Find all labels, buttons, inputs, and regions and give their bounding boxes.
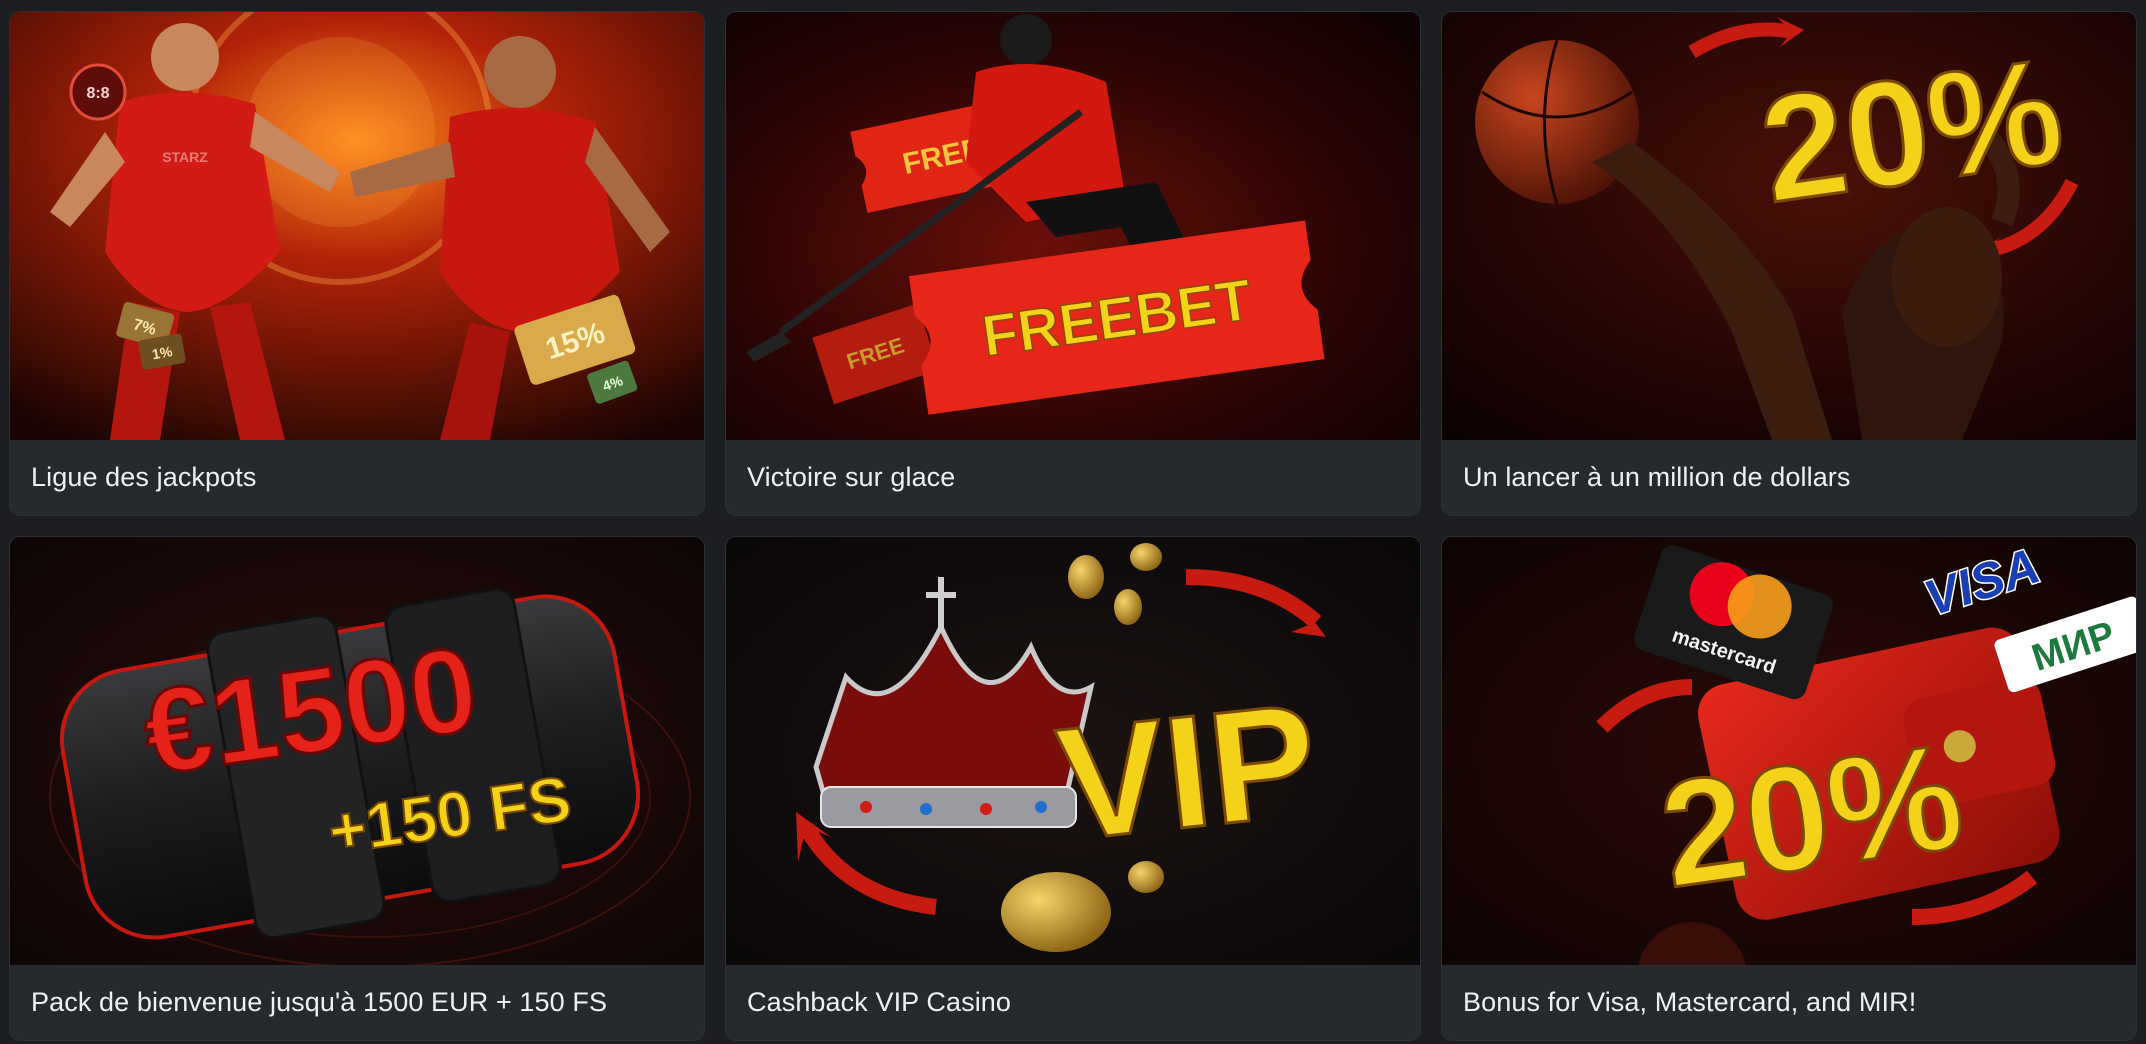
promotions-grid: 8:8 STARZ 15% 7% 1% 4% Ligue des jackpot…	[10, 12, 2136, 1040]
svg-text:8:8: 8:8	[86, 85, 109, 102]
promo-card-ice-victory[interactable]: FREEBET FREE FREEBET	[726, 12, 1420, 515]
promo-title: Un lancer à un million de dollars	[1463, 462, 1851, 492]
promo-banner-jackpot-league: 8:8 STARZ 15% 7% 1% 4%	[10, 12, 704, 440]
promo-card-welcome-pack[interactable]: €1500 +150 FS Pack de bienvenue jusqu'à …	[10, 537, 704, 1040]
promo-title: Ligue des jackpots	[31, 462, 257, 492]
promo-banner-ice-victory: FREEBET FREE FREEBET	[726, 12, 1420, 440]
promo-banner-welcome-pack: €1500 +150 FS	[10, 537, 704, 965]
promo-title: Bonus for Visa, Mastercard, and MIR!	[1463, 987, 1917, 1017]
svg-text:VIP: VIP	[1050, 669, 1325, 874]
promo-title: Cashback VIP Casino	[747, 987, 1012, 1017]
promo-card-jackpot-league[interactable]: 8:8 STARZ 15% 7% 1% 4% Ligue des jackpot…	[10, 12, 704, 515]
promo-banner-payment-bonus: mastercard VISA МИР 20%	[1442, 537, 2136, 965]
promo-title: Pack de bienvenue jusqu'à 1500 EUR + 150…	[31, 987, 608, 1017]
promo-card-vip-cashback[interactable]: VIP Cashback VIP Casino	[726, 537, 1420, 1040]
promo-banner-million-shot: 20%	[1442, 12, 2136, 440]
svg-text:STARZ: STARZ	[162, 149, 208, 165]
promo-card-million-shot[interactable]: 20% Un lancer à un million de dollars	[1442, 12, 2136, 515]
promo-banner-vip-cashback: VIP	[726, 537, 1420, 965]
promo-title: Victoire sur glace	[747, 462, 956, 492]
promo-card-payment-bonus[interactable]: mastercard VISA МИР 20% Bonus for Visa, …	[1442, 537, 2136, 1040]
